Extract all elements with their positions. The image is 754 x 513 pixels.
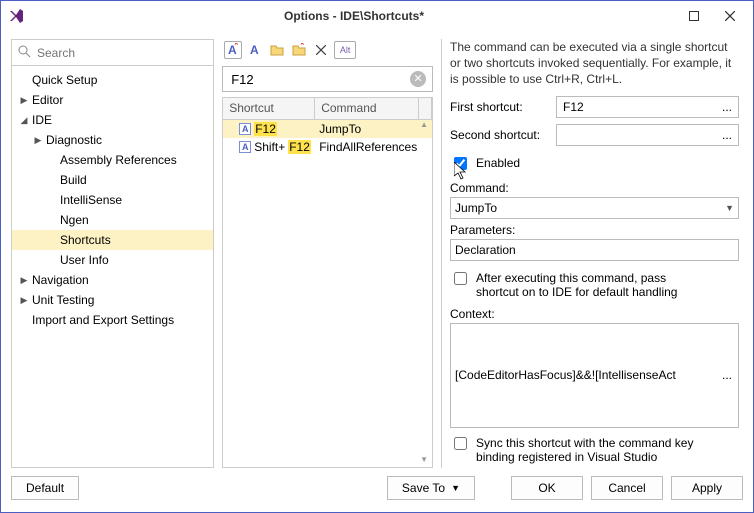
table-row[interactable]: AShift+F12FindAllReferences [223,138,432,156]
expand-icon[interactable]: ▶ [18,95,30,106]
svg-text:A: A [250,43,259,57]
command-label: Command: [450,181,739,195]
alt-icon[interactable]: Alt [334,41,356,59]
apply-button[interactable]: Apply [671,476,743,500]
shortcut-filter-input[interactable] [229,71,410,88]
tree-item[interactable]: ◢IDE [12,110,213,130]
description-text: The command can be executed via a single… [450,39,739,88]
tree-pane: Quick Setup▶Editor◢IDE▶DiagnosticAssembl… [11,39,214,468]
delete-icon[interactable] [312,41,330,59]
sync-label[interactable]: Sync this shortcut with the command key … [476,436,716,464]
cancel-button[interactable]: Cancel [591,476,663,500]
tree-item[interactable]: IntelliSense [12,190,213,210]
tree-item[interactable]: Import and Export Settings [12,310,213,330]
command-combo[interactable]: JumpTo ▼ [450,197,739,219]
chevron-down-icon: ▼ [451,483,460,493]
tree-item-label: Build [58,173,87,187]
svg-text:*: * [234,43,239,52]
expand-icon[interactable]: ▶ [18,295,30,306]
tree-item[interactable]: Assembly References [12,150,213,170]
context-browse[interactable]: ... [720,368,734,382]
tree-item-label: Shortcuts [58,233,111,247]
tree-item[interactable]: ▶Editor [12,90,213,110]
second-shortcut-label: Second shortcut: [450,128,550,142]
titlebar: Options - IDE\Shortcuts* [1,1,753,31]
col-command[interactable]: Command [315,98,419,119]
first-shortcut-browse[interactable]: ... [720,100,734,114]
folder-icon[interactable] [268,41,286,59]
grid-scrollbar[interactable]: ▲ ▼ [418,120,430,467]
scroll-down-icon[interactable]: ▼ [418,455,430,467]
scroll-up-icon[interactable]: ▲ [418,120,430,132]
tree-item-label: Quick Setup [30,73,97,87]
clear-filter-icon[interactable]: ✕ [410,71,426,87]
pane-divider [441,39,442,468]
tree-item[interactable]: Quick Setup [12,70,213,90]
pass-through-label[interactable]: After executing this command, pass short… [476,271,696,299]
tree-item[interactable]: ▶Navigation [12,270,213,290]
expand-icon[interactable]: ▶ [18,275,30,286]
tree-search-input[interactable] [35,45,207,61]
tree-item-label: Import and Export Settings [30,313,174,327]
second-shortcut-browse[interactable]: ... [720,128,734,142]
parameters-label: Parameters: [450,223,739,237]
tree-item[interactable]: Shortcuts [12,230,213,250]
ok-button[interactable]: OK [511,476,583,500]
tree-item[interactable]: ▶Diagnostic [12,130,213,150]
window-title: Options - IDE\Shortcuts* [31,9,677,23]
expand-icon[interactable]: ◢ [18,115,30,126]
shortcut-icon-1[interactable]: A* [224,41,242,59]
shortcut-grid: Shortcut Command AF12JumpToAShift+F12Fin… [222,97,433,468]
chevron-down-icon[interactable]: ▼ [725,203,734,213]
tree-item[interactable]: Ngen [12,210,213,230]
tree-search[interactable] [12,40,213,66]
tree-item-label: Unit Testing [30,293,94,307]
enabled-checkbox[interactable] [454,157,467,170]
shortcuts-pane: A* A * Alt ✕ Shortcut Command AF12JumpTo… [222,39,433,468]
tree-item-label: Assembly References [58,153,177,167]
tree-item-label: Diagnostic [44,133,102,147]
first-shortcut-input[interactable]: ... [556,96,739,118]
shortcut-toolbar: A* A * Alt [222,39,433,61]
tree-item[interactable]: User Info [12,250,213,270]
tree-item-label: Navigation [30,273,89,287]
second-shortcut-input[interactable]: ... [556,124,739,146]
tree-item-label: IDE [30,113,52,127]
shortcut-type-icon: A [239,141,251,153]
context-label: Context: [450,307,739,321]
pass-through-checkbox[interactable] [454,272,467,285]
grid-body[interactable]: AF12JumpToAShift+F12FindAllReferences ▲ … [223,120,432,467]
tree-item-label: User Info [58,253,109,267]
col-shortcut[interactable]: Shortcut [223,98,315,119]
expand-icon[interactable]: ▶ [32,135,44,146]
first-shortcut-label: First shortcut: [450,100,550,114]
shortcut-type-icon: A [239,123,251,135]
content-area: Quick Setup▶Editor◢IDE▶DiagnosticAssembl… [1,31,753,472]
parameters-input[interactable]: Declaration [450,239,739,261]
shortcut-filter[interactable]: ✕ [222,66,433,92]
maximize-button[interactable] [677,4,711,28]
enabled-label[interactable]: Enabled [476,156,520,170]
detail-pane: The command can be executed via a single… [450,39,743,468]
options-dialog: Options - IDE\Shortcuts* Quick Setup▶Edi… [0,0,754,513]
table-row[interactable]: AF12JumpTo [223,120,432,138]
tree-item-label: Editor [30,93,63,107]
svg-text:*: * [300,43,305,52]
options-tree[interactable]: Quick Setup▶Editor◢IDE▶DiagnosticAssembl… [12,66,213,467]
tree-item[interactable]: ▶Unit Testing [12,290,213,310]
close-button[interactable] [713,4,747,28]
dialog-footer: Default Save To ▼ OK Cancel Apply [1,472,753,512]
context-input[interactable]: [CodeEditorHasFocus]&&![IntellisenseAct … [450,323,739,428]
grid-header: Shortcut Command [223,98,432,120]
default-button[interactable]: Default [11,476,79,500]
folder-open-icon[interactable]: * [290,41,308,59]
search-icon [18,45,31,61]
tree-item-label: IntelliSense [58,193,122,207]
sync-checkbox[interactable] [454,437,467,450]
shortcut-icon-2[interactable]: A [246,41,264,59]
app-icon [7,7,25,25]
tree-item[interactable]: Build [12,170,213,190]
tree-item-label: Ngen [58,213,89,227]
save-to-button[interactable]: Save To ▼ [387,476,475,500]
